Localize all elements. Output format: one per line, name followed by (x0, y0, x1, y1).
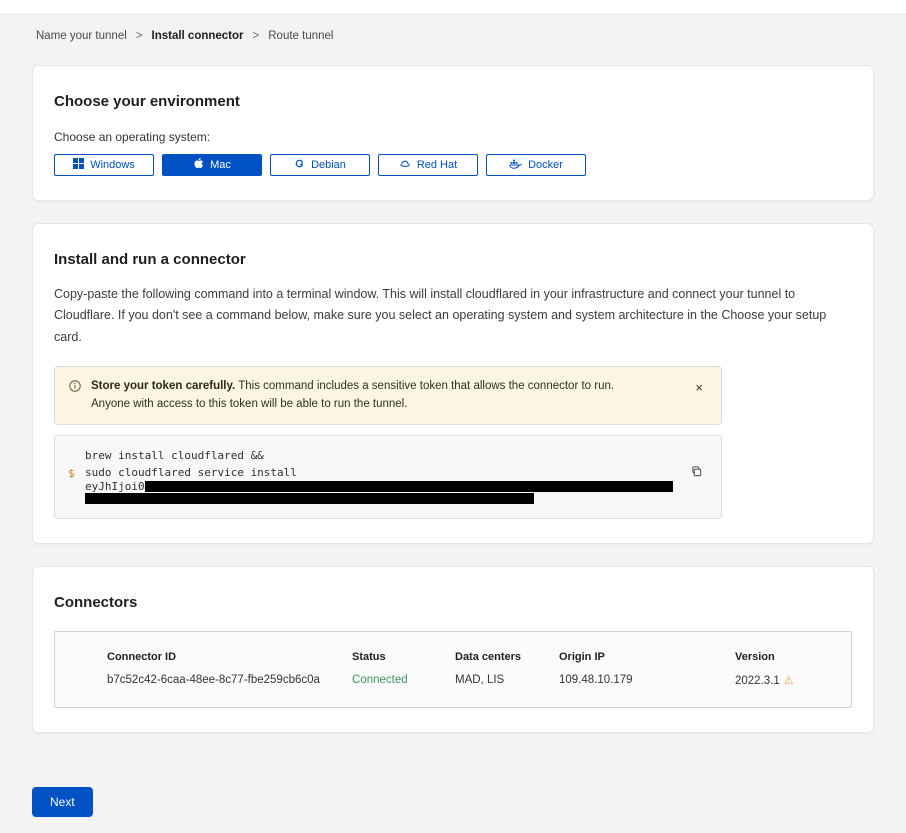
redaction-bar (85, 493, 534, 504)
column-header-connector-id: Connector ID (107, 651, 352, 663)
column-header-version: Version (735, 651, 841, 663)
os-button-label: Windows (90, 159, 135, 171)
command-line-2: sudo cloudflared service install (85, 464, 677, 481)
warning-icon: ⚠ (784, 675, 794, 687)
terminal-prompt: $ (68, 467, 75, 480)
terminal-code-block: $ brew install cloudflared && sudo cloud… (54, 435, 722, 519)
command-line-token: eyJhIjoi0 (85, 481, 677, 493)
connectors-card: Connectors Connector ID Status Data cent… (32, 566, 874, 733)
os-button-mac[interactable]: Mac (162, 154, 262, 176)
os-button-redhat[interactable]: Red Hat (378, 154, 478, 176)
os-button-label: Docker (528, 159, 563, 171)
column-header-status: Status (352, 651, 455, 663)
install-connector-title: Install and run a connector (54, 251, 852, 268)
cell-version: 2022.3.1 ⚠ (735, 674, 841, 687)
install-connector-card: Install and run a connector Copy-paste t… (32, 223, 874, 544)
top-strip (0, 0, 906, 13)
token-warning-banner: Store your token carefully.This command … (54, 366, 722, 425)
column-header-origin-ip: Origin IP (559, 651, 735, 663)
column-header-data-centers: Data centers (455, 651, 559, 663)
close-icon[interactable]: × (689, 377, 709, 398)
os-button-label: Red Hat (417, 159, 457, 171)
os-button-label: Debian (311, 159, 346, 171)
choose-environment-card: Choose your environment Choose an operat… (32, 65, 874, 201)
windows-icon (73, 158, 84, 172)
status-badge: Connected (352, 674, 455, 686)
token-warning-text: Store your token carefully.This command … (91, 377, 651, 414)
os-button-docker[interactable]: Docker (486, 154, 586, 176)
docker-icon (509, 158, 522, 172)
connectors-card-title: Connectors (54, 594, 852, 611)
breadcrumb-separator: > (253, 30, 260, 42)
redaction-bar (145, 481, 673, 492)
table-header-row: Connector ID Status Data centers Origin … (107, 651, 841, 663)
os-button-label: Mac (210, 159, 231, 171)
info-icon (69, 379, 81, 397)
breadcrumb: Name your tunnel > Install connector > R… (0, 13, 906, 42)
command-text: brew install cloudflared && sudo cloudfl… (85, 447, 677, 505)
apple-icon (193, 157, 204, 173)
install-connector-description: Copy-paste the following command into a … (54, 284, 849, 348)
os-button-windows[interactable]: Windows (54, 154, 154, 176)
os-button-debian[interactable]: Debian (270, 154, 370, 176)
cell-data-centers: MAD, LIS (455, 674, 559, 686)
copy-icon[interactable] (688, 463, 705, 483)
redhat-icon (399, 158, 411, 173)
cell-origin-ip: 109.48.10.179 (559, 674, 735, 686)
debian-icon (294, 158, 305, 172)
environment-card-title: Choose your environment (54, 93, 852, 110)
os-select-label: Choose an operating system: (54, 130, 852, 144)
table-row: b7c52c42-6caa-48ee-8c77-fbe259cb6c0a Con… (107, 674, 841, 687)
connectors-table: Connector ID Status Data centers Origin … (54, 631, 852, 708)
version-value: 2022.3.1 (735, 675, 780, 687)
token-prefix: eyJhIjoi0 (85, 480, 145, 493)
cell-connector-id: b7c52c42-6caa-48ee-8c77-fbe259cb6c0a (107, 674, 352, 686)
breadcrumb-step-name-your-tunnel[interactable]: Name your tunnel (36, 30, 127, 42)
breadcrumb-separator: > (136, 30, 143, 42)
token-warning-title: Store your token carefully. (91, 380, 235, 392)
breadcrumb-step-route-tunnel[interactable]: Route tunnel (268, 30, 333, 42)
os-button-group: Windows Mac Debian Red Hat Docker (54, 154, 852, 176)
command-line-1: brew install cloudflared && (85, 447, 677, 464)
breadcrumb-step-install-connector[interactable]: Install connector (152, 30, 244, 42)
command-line-redacted (85, 493, 677, 505)
next-button[interactable]: Next (32, 787, 93, 817)
